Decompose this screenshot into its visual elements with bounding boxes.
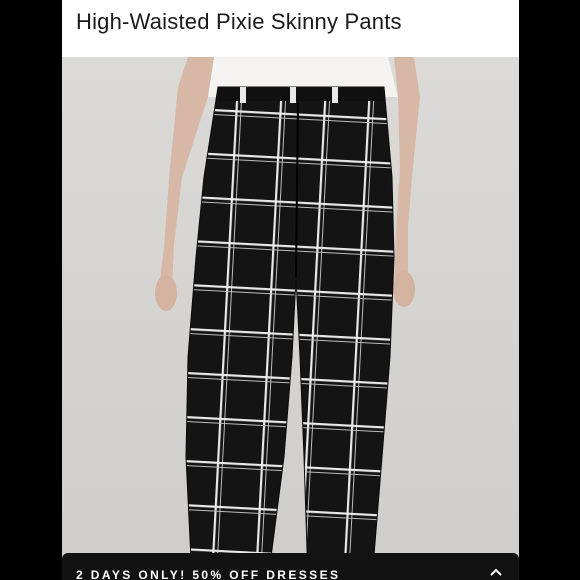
- chevron-up-icon[interactable]: [489, 567, 503, 577]
- product-photo[interactable]: [62, 57, 519, 580]
- product-title: High-Waisted Pixie Skinny Pants: [76, 9, 402, 34]
- product-panel: High-Waisted Pixie Skinny Pants 2 DAYS O…: [62, 0, 519, 580]
- title-bar: High-Waisted Pixie Skinny Pants: [62, 0, 519, 57]
- promo-text: 2 DAYS ONLY! 50% OFF DRESSES: [76, 568, 341, 580]
- product-photo-svg: [62, 57, 519, 580]
- left-gutter: [0, 0, 62, 580]
- right-gutter: [519, 0, 580, 580]
- promo-banner[interactable]: 2 DAYS ONLY! 50% OFF DRESSES: [62, 553, 519, 580]
